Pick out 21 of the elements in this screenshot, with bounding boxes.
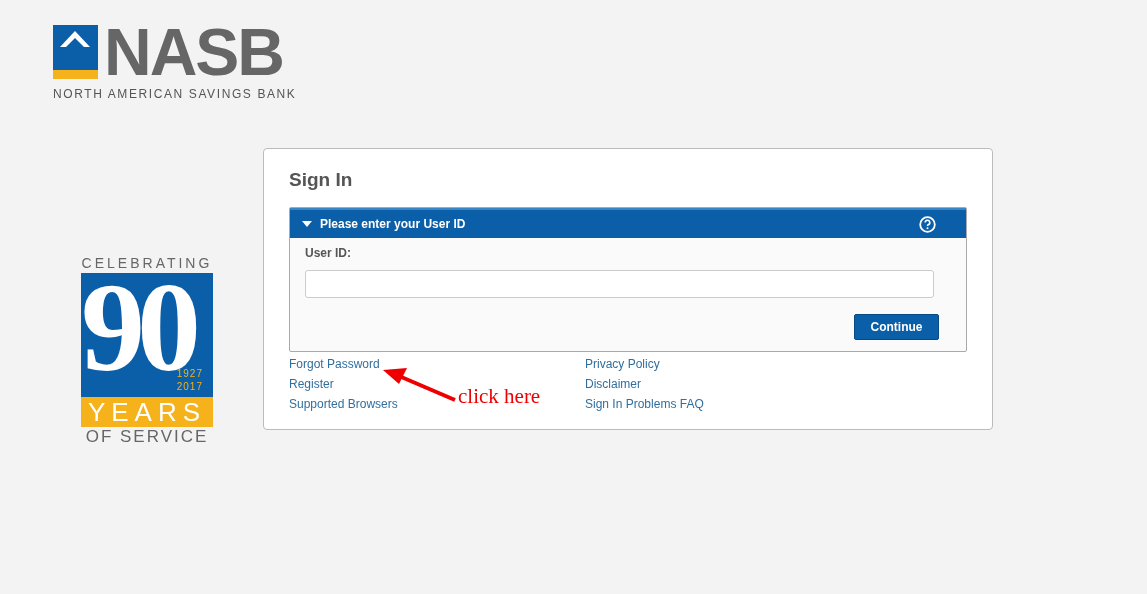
year-text: 2017 <box>176 380 203 393</box>
footer-link[interactable]: Supported Browsers <box>289 394 398 414</box>
panel-title: Please enter your User ID <box>320 216 466 233</box>
logo-tagline: NORTH AMERICAN SAVINGS BANK <box>53 86 298 103</box>
celebrating-text: CELEBRATING <box>81 255 213 271</box>
help-icon[interactable] <box>919 215 936 233</box>
annotation-text: click here <box>458 383 541 409</box>
logo-icon <box>53 25 98 79</box>
continue-button[interactable]: Continue <box>854 314 939 340</box>
footer-link[interactable]: Register <box>289 374 334 394</box>
user-id-field[interactable] <box>305 270 934 298</box>
sign-in-title: Sign In <box>289 168 354 192</box>
footer-link[interactable]: Forgot Password <box>289 354 380 374</box>
logo-wordmark: NASB <box>104 25 283 79</box>
footer-link[interactable]: Privacy Policy <box>585 354 660 374</box>
years-banner: YEARS <box>81 397 213 427</box>
footer-link[interactable]: Sign In Problems FAQ <box>585 394 704 414</box>
panel-header[interactable]: Please enter your User ID <box>290 208 966 238</box>
footer-link[interactable]: Disclaimer <box>585 374 641 394</box>
user-id-label: User ID: <box>305 245 352 262</box>
service-text: OF SERVICE <box>85 427 209 447</box>
